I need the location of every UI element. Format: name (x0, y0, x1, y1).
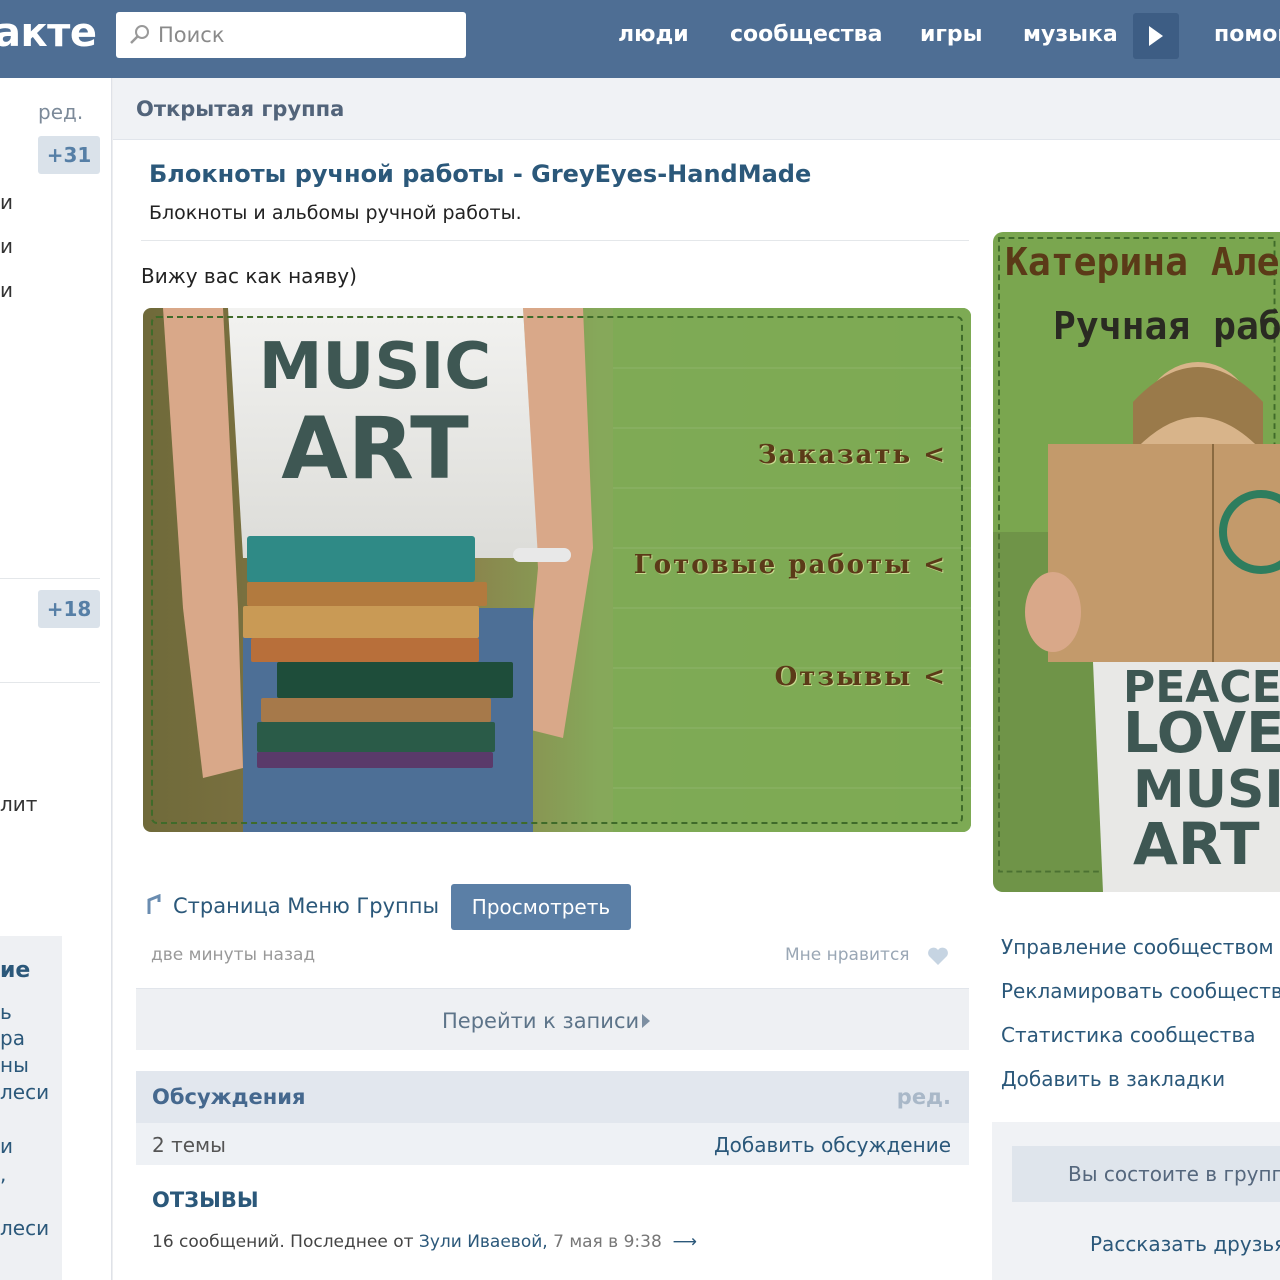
avatar-shirt-print: PEACE LOVE MUSIC ART (1123, 662, 1280, 878)
left-info-box: ие ь ра ны леси и , леси (0, 936, 62, 1280)
counter-badge[interactable]: +18 (38, 590, 100, 628)
banner-link-order[interactable]: Заказать < (758, 440, 947, 470)
arrow-right-icon[interactable]: ⟶ (667, 1232, 697, 1252)
discussions-header: Обсуждения ред. (136, 1071, 969, 1123)
group-type-label: Открытая группа (136, 97, 345, 121)
topic-meta: 16 сообщений. Последнее от Зули Иваевой,… (152, 1232, 697, 1252)
left-link-fragment[interactable]: леси (0, 1216, 49, 1240)
nav-more-button[interactable] (1133, 13, 1179, 59)
site-logo[interactable]: акте (0, 10, 97, 56)
topic-last-time[interactable]: 7 мая в 9:38 (553, 1232, 662, 1252)
discussions-edit-link[interactable]: ред. (897, 1085, 951, 1109)
group-type-bar: Открытая группа (113, 78, 1280, 140)
play-arrow-icon (1149, 26, 1163, 46)
left-edit-link[interactable]: ред. (38, 100, 83, 124)
membership-box: Вы состоите в группе Рассказать друзьям (992, 1122, 1280, 1280)
group-description: Блокноты и альбомы ручной работы. (149, 202, 522, 224)
left-text-fragment: и (0, 190, 13, 214)
divider (0, 682, 100, 683)
topic-last-author[interactable]: Зули Иваевой, (419, 1232, 548, 1252)
left-link-fragment[interactable]: ра (0, 1026, 25, 1050)
group-title: Блокноты ручной работы - GreyEyes-HandMa… (149, 160, 812, 188)
nav-music[interactable]: музыка (1023, 22, 1118, 47)
topic-meta-prefix: 16 сообщений. Последнее от (152, 1232, 414, 1252)
community-stats-link[interactable]: Статистика сообщества (1001, 1023, 1256, 1047)
post-text: Вижу вас как наяву) (141, 264, 357, 288)
topics-count[interactable]: 2 темы (152, 1133, 226, 1157)
add-discussion-link[interactable]: Добавить обсуждение (714, 1133, 951, 1157)
discussions-subheader: 2 темы Добавить обсуждение (136, 1123, 969, 1165)
divider (0, 578, 100, 579)
left-sidebar: ред. +31 и и и +18 лит ие ь ра ны леси и… (0, 78, 112, 1280)
nav-communities[interactable]: сообщества (730, 22, 882, 47)
left-link-fragment[interactable]: и (0, 1134, 13, 1158)
avatar-shirt-text: ART (1133, 810, 1260, 878)
nav-games[interactable]: игры (920, 22, 983, 47)
left-text-fragment: и (0, 234, 13, 258)
view-button[interactable]: Просмотреть (451, 884, 631, 930)
left-text-fragment: лит (0, 792, 38, 816)
top-header: акте люди сообщества игры музыка помощь (0, 0, 1280, 78)
left-link-fragment[interactable]: леси (0, 1080, 49, 1104)
counter-badge[interactable]: +31 (38, 136, 100, 174)
banner-link-works[interactable]: Готовые работы < (634, 550, 947, 580)
left-text-fragment: ие (0, 958, 31, 983)
search-input[interactable] (158, 20, 448, 50)
goto-post-button[interactable]: Перейти к записи (136, 988, 969, 1050)
divider (141, 240, 969, 241)
discussions-title[interactable]: Обсуждения (152, 1085, 305, 1109)
left-text-fragment: и (0, 278, 13, 302)
nav-help[interactable]: помощь (1214, 22, 1280, 47)
post-timestamp[interactable]: две минуты назад (151, 945, 315, 965)
member-status-button[interactable]: Вы состоите в группе (1012, 1146, 1280, 1202)
left-link-fragment[interactable]: ны (0, 1053, 29, 1077)
group-avatar-photo[interactable]: Катерина Але Ручная рабо PEACE LOVE MUSI… (993, 232, 1280, 892)
manage-community-link[interactable]: Управление сообществом (1001, 935, 1274, 959)
avatar-shirt-text: LOVE (1123, 701, 1280, 766)
nav-people[interactable]: люди (618, 22, 689, 47)
add-bookmark-link[interactable]: Добавить в закладки (1001, 1067, 1225, 1091)
banner-link-reviews[interactable]: Отзывы < (775, 662, 947, 692)
post-banner-image[interactable]: MUSIC ART Заказать < Готовые работы < От… (143, 308, 971, 832)
left-link-fragment[interactable]: ь (0, 1000, 12, 1024)
left-link-fragment[interactable]: , (0, 1162, 6, 1186)
search-icon (130, 25, 149, 44)
page-link-icon (147, 894, 161, 914)
goto-post-label: Перейти к записи (442, 1009, 640, 1033)
chevron-right-icon (642, 1014, 650, 1028)
search-box[interactable] (116, 12, 466, 58)
advertise-community-link[interactable]: Рекламировать сообщество (1001, 979, 1280, 1003)
like-button[interactable]: Мне нравится (785, 945, 910, 965)
tell-friends-link[interactable]: Рассказать друзьям (1090, 1232, 1280, 1256)
topic-title-link[interactable]: ОТЗЫВЫ (152, 1188, 259, 1212)
attachment-page-link[interactable]: Страница Меню Группы (173, 894, 439, 918)
heart-icon[interactable] (927, 946, 949, 966)
